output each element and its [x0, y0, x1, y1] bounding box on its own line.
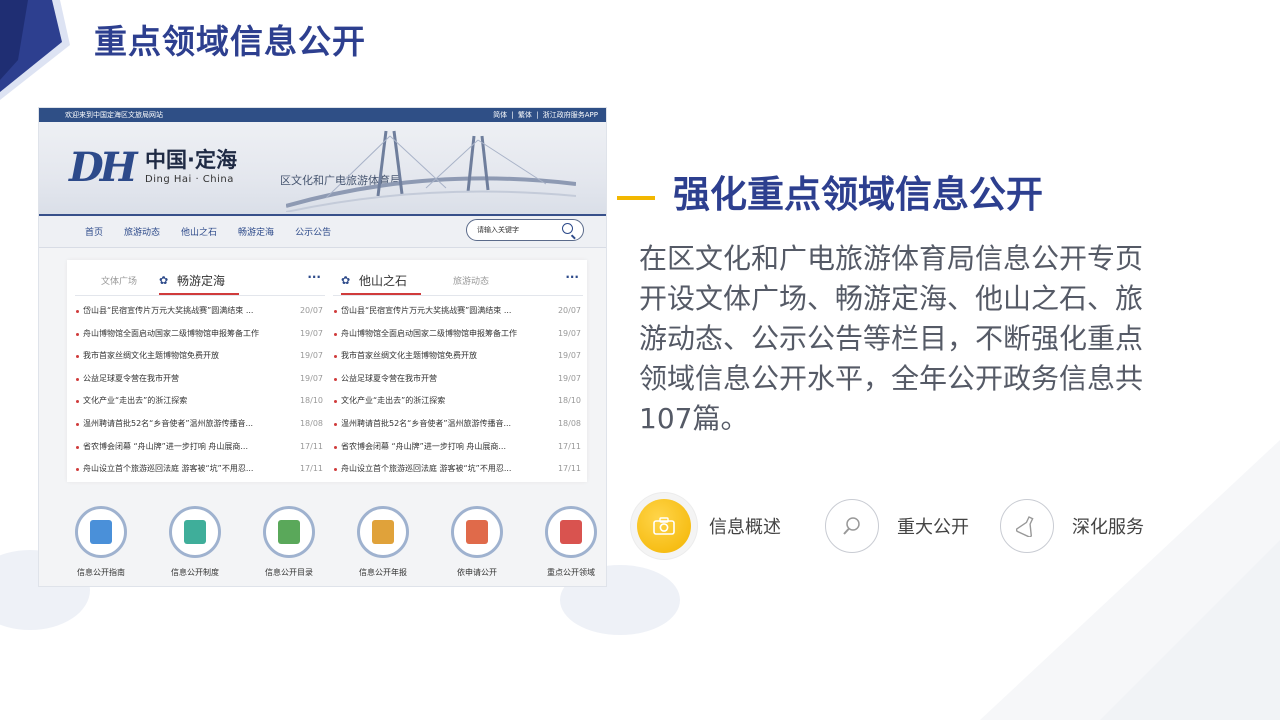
document-icon [184, 520, 206, 544]
section-heading: 强化重点领域信息公开 [673, 173, 1043, 216]
lotus-icon: ✿ [341, 274, 351, 287]
camera-icon[interactable] [637, 499, 691, 553]
nav-home[interactable]: 首页 [85, 225, 103, 238]
report-icon-ring [357, 506, 409, 558]
flask-icon[interactable] [1000, 499, 1054, 553]
news-item[interactable]: 省农博会闭幕 “舟山牌”进一步打响 舟山展商... 17/11 [75, 436, 325, 459]
divider: | [536, 111, 539, 119]
bridge-illustration [286, 130, 576, 212]
form-icon [466, 520, 488, 544]
feature-overview[interactable]: 信息概述 [637, 496, 781, 556]
news-list-left: 岱山县“民宿宣传片万元大奖挑战赛”圆满结束 ... 20/07 舟山博物馆全面启动… [75, 300, 325, 481]
news-item[interactable]: 温州聘请首批52名“乡音使者”温州旅游传播音... 18/08 [333, 413, 583, 436]
news-tabs-left: 文体广场 ✿ 畅游定海 ··· [75, 260, 325, 296]
lotus-icon: ✿ [159, 274, 169, 287]
nav-other-stones[interactable]: 他山之石 [181, 225, 217, 238]
feature-deepen-service[interactable]: 深化服务 [1000, 496, 1144, 556]
news-column-right: ✿ 他山之石 旅游动态 ··· 岱山县“民宿宣传片万元大奖挑战赛”圆满结束 ..… [333, 260, 583, 482]
more-button[interactable]: ··· [307, 270, 321, 284]
news-item[interactable]: 舟山设立首个旅游巡回法庭 游客被“坑”不用忍... 17/11 [75, 458, 325, 481]
nav-tour-dinghai[interactable]: 畅游定海 [238, 225, 274, 238]
site-logo-chinese: 中国·定海 [145, 148, 237, 172]
news-item[interactable]: 公益足球夏令营在我市开营 19/07 [75, 368, 325, 391]
service-key-areas[interactable]: 重点公开领域 [531, 506, 606, 578]
service-caption: 信息公开年报 [359, 568, 407, 577]
heading-accent-bar [617, 196, 655, 200]
divider: | [511, 111, 514, 119]
open-book-icon [560, 520, 582, 544]
service-request[interactable]: 依申请公开 [437, 506, 517, 578]
service-caption: 信息公开指南 [77, 568, 125, 577]
service-caption: 信息公开目录 [265, 568, 313, 577]
news-item[interactable]: 文化产业“走出去”的浙江探索 18/10 [75, 390, 325, 413]
link-gov-app[interactable]: 浙江政府服务APP [543, 111, 598, 119]
service-rules[interactable]: 信息公开制度 [155, 506, 235, 578]
news-item[interactable]: 岱山县“民宿宣传片万元大奖挑战赛”圆满结束 ... 20/07 [333, 300, 583, 323]
news-item[interactable]: 我市首家丝绸文化主题博物馆免费开放 19/07 [333, 345, 583, 368]
site-banner: DH 中国·定海 Ding Hai · China 区文化和广电旅游体育局 [39, 122, 606, 216]
website-screenshot: 欢迎来到中国定海区文旅局网站 简体 | 繁体 | 浙江政府服务APP DH 中国… [38, 107, 607, 587]
news-panel: 文体广场 ✿ 畅游定海 ··· 岱山县“民宿宣传片万元大奖挑战赛”圆满结束 ..… [67, 260, 587, 482]
report-icon [372, 520, 394, 544]
tab-other-stones[interactable]: ✿ 他山之石 [341, 272, 422, 295]
news-item[interactable]: 公益足球夏令营在我市开营 19/07 [333, 368, 583, 391]
book-icon-ring [75, 506, 127, 558]
news-list-right: 岱山县“民宿宣传片万元大奖挑战赛”圆满结束 ... 20/07 舟山博物馆全面启动… [333, 300, 583, 481]
site-logo-icon: DH [69, 144, 138, 191]
form-icon-ring [451, 506, 503, 558]
service-caption: 依申请公开 [457, 568, 497, 577]
service-caption: 信息公开制度 [171, 568, 219, 577]
document-icon-ring [169, 506, 221, 558]
search-icon[interactable] [825, 499, 879, 553]
feature-label: 信息概述 [709, 517, 781, 538]
search-icon[interactable] [562, 223, 573, 234]
folder-icon-ring [263, 506, 315, 558]
nav-travel-news[interactable]: 旅游动态 [124, 225, 160, 238]
service-caption: 重点公开领域 [547, 568, 595, 577]
tab-label: 畅游定海 [177, 274, 226, 288]
feature-label: 重大公开 [897, 517, 969, 538]
site-logo-english: Ding Hai · China [145, 174, 234, 185]
site-topbar: 欢迎来到中国定海区文旅局网站 简体 | 繁体 | 浙江政府服务APP [39, 108, 606, 122]
feature-major-disclosure[interactable]: 重大公开 [825, 496, 969, 556]
search-placeholder: 请输入关键字 [477, 226, 519, 234]
news-tabs-right: ✿ 他山之石 旅游动态 ··· [333, 260, 583, 296]
site-top-links: 简体 | 繁体 | 浙江政府服务APP [491, 108, 598, 122]
background-decoration [980, 440, 1280, 720]
book-icon [90, 520, 112, 544]
news-item[interactable]: 我市首家丝绸文化主题博物馆免费开放 19/07 [75, 345, 325, 368]
service-guide[interactable]: 信息公开指南 [61, 506, 141, 578]
service-icon-row: 信息公开指南 信息公开制度 信息公开目录 信息公开年报 依申请公开 重点公开领域 [61, 506, 601, 586]
site-search-input[interactable]: 请输入关键字 [466, 219, 584, 241]
link-simplified[interactable]: 简体 [493, 111, 507, 119]
news-item[interactable]: 舟山博物馆全面启动国家二级博物馆申报筹备工作 19/07 [333, 323, 583, 346]
section-body-text: 在区文化和广电旅游体育局信息公开专页开设文体广场、畅游定海、他山之石、旅游动态、… [639, 242, 1144, 435]
more-button[interactable]: ··· [565, 270, 579, 284]
link-traditional[interactable]: 繁体 [518, 111, 532, 119]
tab-travel-news[interactable]: 旅游动态 [453, 274, 489, 287]
service-catalog[interactable]: 信息公开目录 [249, 506, 329, 578]
tab-label: 他山之石 [359, 274, 408, 288]
tab-culture-square[interactable]: 文体广场 [101, 274, 137, 287]
slide-title: 重点领域信息公开 [94, 22, 366, 61]
service-annual-report[interactable]: 信息公开年报 [343, 506, 423, 578]
nav-announcements[interactable]: 公示公告 [295, 225, 331, 238]
news-item[interactable]: 岱山县“民宿宣传片万元大奖挑战赛”圆满结束 ... 20/07 [75, 300, 325, 323]
news-item[interactable]: 舟山设立首个旅游巡回法庭 游客被“坑”不用忍... 17/11 [333, 458, 583, 481]
news-item[interactable]: 文化产业“走出去”的浙江探索 18/10 [333, 390, 583, 413]
tab-tour-dinghai[interactable]: ✿ 畅游定海 [159, 272, 240, 295]
site-welcome-text: 欢迎来到中国定海区文旅局网站 [65, 111, 163, 119]
news-item[interactable]: 省农博会闭幕 “舟山牌”进一步打响 舟山展商... 17/11 [333, 436, 583, 459]
feature-label: 深化服务 [1072, 517, 1144, 538]
news-item[interactable]: 温州聘请首批52名“乡音使者”温州旅游传播音... 18/08 [75, 413, 325, 436]
news-column-left: 文体广场 ✿ 畅游定海 ··· 岱山县“民宿宣传片万元大奖挑战赛”圆满结束 ..… [75, 260, 325, 482]
folder-icon [278, 520, 300, 544]
open-book-icon-ring [545, 506, 597, 558]
news-item[interactable]: 舟山博物馆全面启动国家二级博物馆申报筹备工作 19/07 [75, 323, 325, 346]
